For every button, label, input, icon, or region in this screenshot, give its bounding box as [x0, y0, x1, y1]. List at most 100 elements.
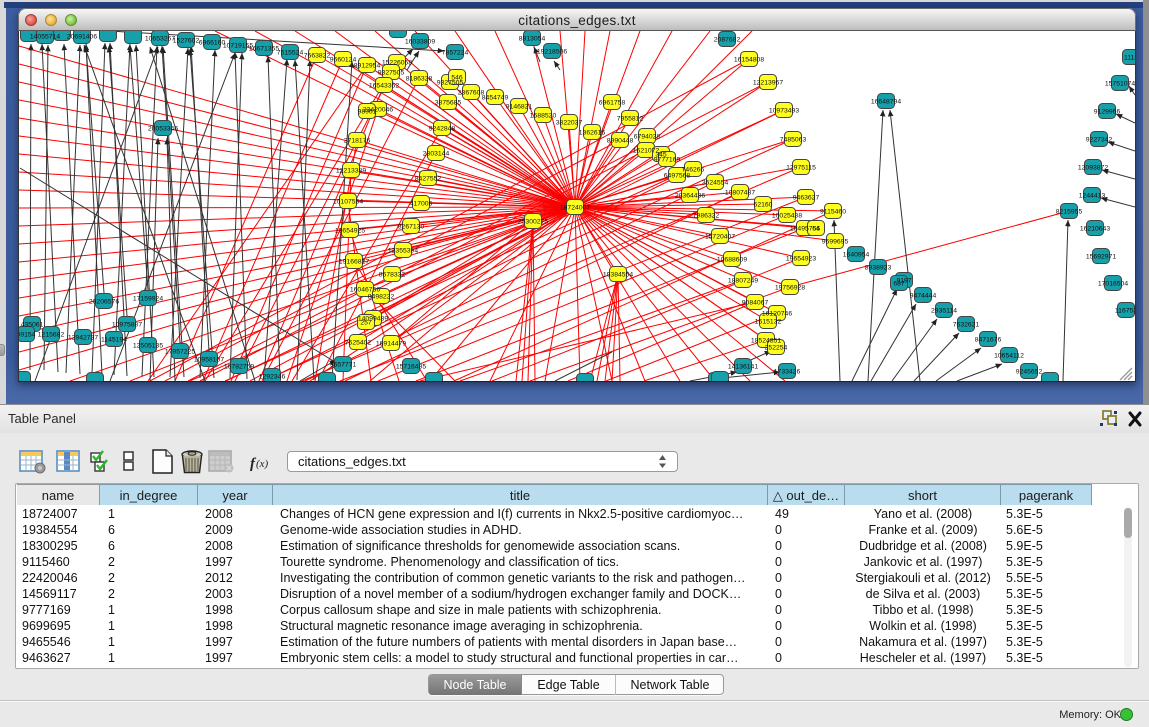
- svg-text:15716485: 15716485: [396, 363, 426, 370]
- svg-text:9227342: 9227342: [1086, 136, 1113, 143]
- svg-text:9463627: 9463627: [793, 194, 820, 201]
- svg-text:15720407: 15720407: [705, 233, 735, 240]
- svg-text:20053346: 20053346: [148, 125, 178, 132]
- svg-text:9777169: 9777169: [654, 156, 681, 163]
- svg-text:7515524: 7515524: [277, 49, 304, 56]
- svg-text:8498222: 8498222: [368, 293, 395, 300]
- svg-text:8267130: 8267130: [398, 223, 425, 230]
- svg-text:19654925: 19654925: [335, 227, 365, 234]
- svg-text:8813054: 8813054: [519, 35, 546, 42]
- svg-text:9146821: 9146821: [506, 103, 533, 110]
- svg-text:1362615: 1362615: [579, 129, 606, 136]
- svg-text:25300275: 25300275: [518, 218, 548, 225]
- svg-text:12093872: 12093872: [1078, 164, 1108, 171]
- svg-text:16782759: 16782759: [224, 363, 254, 370]
- svg-text:15751074: 15751074: [1105, 80, 1135, 87]
- svg-text:19384554: 19384554: [603, 271, 633, 278]
- svg-text:9245652: 9245652: [1016, 368, 1043, 375]
- svg-text:10807487: 10807487: [725, 189, 755, 196]
- svg-text:7625402: 7625402: [345, 339, 372, 346]
- svg-text:7632621: 7632621: [953, 321, 980, 328]
- svg-text:7485063: 7485063: [780, 136, 807, 143]
- svg-text:8678332: 8678332: [379, 271, 406, 278]
- svg-text:20364436: 20364436: [675, 192, 705, 199]
- svg-text:3875685: 3875685: [435, 99, 462, 106]
- svg-text:12213967: 12213967: [753, 79, 783, 86]
- svg-text:2087682: 2087682: [714, 36, 741, 43]
- svg-text:9699695: 9699695: [822, 238, 849, 245]
- svg-text:2803144: 2803144: [423, 150, 450, 157]
- svg-text:12355394: 12355394: [388, 247, 418, 254]
- svg-text:6794028: 6794028: [634, 133, 661, 140]
- svg-text:16543362: 16543362: [369, 82, 399, 89]
- svg-text:6961758: 6961758: [599, 99, 626, 106]
- svg-text:18724007: 18724007: [560, 204, 590, 211]
- svg-text:7955812: 7955812: [617, 115, 644, 122]
- svg-text:9129966: 9129966: [1094, 108, 1121, 115]
- svg-text:16120746: 16120746: [762, 310, 792, 317]
- svg-text:7663822: 7663822: [304, 52, 331, 59]
- svg-text:10975887: 10975887: [112, 321, 142, 328]
- svg-text:252254: 252254: [765, 344, 788, 351]
- svg-text:7857224: 7857224: [442, 49, 469, 56]
- svg-text:39154: 39154: [19, 331, 36, 338]
- svg-text:546: 546: [451, 74, 463, 81]
- svg-text:62160: 62160: [754, 201, 773, 208]
- svg-text:18807249: 18807249: [728, 277, 758, 284]
- svg-text:14136141: 14136141: [728, 363, 758, 370]
- svg-text:116753: 116753: [1115, 307, 1135, 314]
- svg-text:19166827: 19166827: [339, 258, 369, 265]
- svg-text:9115460: 9115460: [820, 208, 846, 215]
- svg-text:687: 687: [893, 280, 905, 287]
- svg-text:9474444: 9474444: [910, 292, 937, 299]
- svg-text:16914479: 16914479: [376, 340, 406, 347]
- svg-text:9657771: 9657771: [330, 361, 357, 368]
- svg-text:10025438: 10025438: [772, 212, 802, 219]
- svg-text:1112: 1112: [1124, 54, 1135, 61]
- svg-text:19654923: 19654923: [786, 255, 816, 262]
- svg-text:14055714: 14055714: [30, 33, 60, 40]
- svg-text:1215682: 1215682: [38, 331, 65, 338]
- svg-text:8215955: 8215955: [1056, 208, 1083, 215]
- svg-text:20206576: 20206576: [89, 298, 119, 305]
- svg-text:417006: 417006: [410, 200, 433, 207]
- svg-text:257: 257: [360, 319, 372, 326]
- svg-text:(x): (x): [256, 458, 269, 470]
- svg-text:3822037: 3822037: [556, 119, 583, 126]
- svg-text:16648794: 16648794: [871, 98, 901, 105]
- svg-text:8471676: 8471676: [975, 336, 1002, 343]
- svg-text:1733426: 1733426: [774, 368, 801, 375]
- svg-text:16033809: 16033809: [405, 38, 435, 45]
- svg-text:15226058: 15226058: [382, 59, 412, 66]
- svg-text:64: 64: [812, 225, 820, 232]
- svg-text:16210643: 16210643: [1080, 225, 1110, 232]
- svg-text:8454749: 8454749: [482, 94, 509, 101]
- svg-text:12942737: 12942737: [68, 334, 98, 341]
- svg-text:19756928: 19756928: [775, 284, 805, 291]
- svg-text:9084067: 9084067: [742, 299, 769, 306]
- svg-text:16671355: 16671355: [249, 45, 279, 52]
- svg-text:10973493: 10973493: [769, 107, 799, 114]
- svg-text:16046756: 16046756: [350, 286, 380, 293]
- svg-text:15692971: 15692971: [1086, 253, 1116, 260]
- svg-text:17016504: 17016504: [1098, 280, 1128, 287]
- svg-text:1145194: 1145194: [101, 336, 127, 343]
- svg-text:10107554: 10107554: [333, 198, 363, 205]
- svg-text:1588520: 1588520: [530, 112, 557, 119]
- svg-text:2367608: 2367608: [458, 89, 485, 96]
- svg-text:435061: 435061: [21, 321, 44, 328]
- svg-text:10958107: 10958107: [194, 356, 224, 363]
- svg-text:1615132: 1615132: [755, 318, 782, 325]
- svg-text:1244413: 1244413: [1079, 192, 1106, 199]
- svg-text:8938923: 8938923: [865, 264, 892, 271]
- svg-text:2718176: 2718176: [344, 137, 371, 144]
- svg-text:19218506: 19218506: [537, 48, 567, 55]
- svg-text:98961: 98961: [358, 108, 377, 115]
- svg-text:8990448: 8990448: [607, 137, 634, 144]
- svg-text:10654112: 10654112: [994, 352, 1024, 359]
- svg-text:7986322: 7986322: [693, 212, 720, 219]
- svg-text:8427552: 8427552: [415, 175, 442, 182]
- svg-text:16154808: 16154808: [734, 56, 764, 63]
- svg-text:3624554: 3624554: [702, 179, 729, 186]
- svg-text:17159924: 17159924: [133, 295, 163, 302]
